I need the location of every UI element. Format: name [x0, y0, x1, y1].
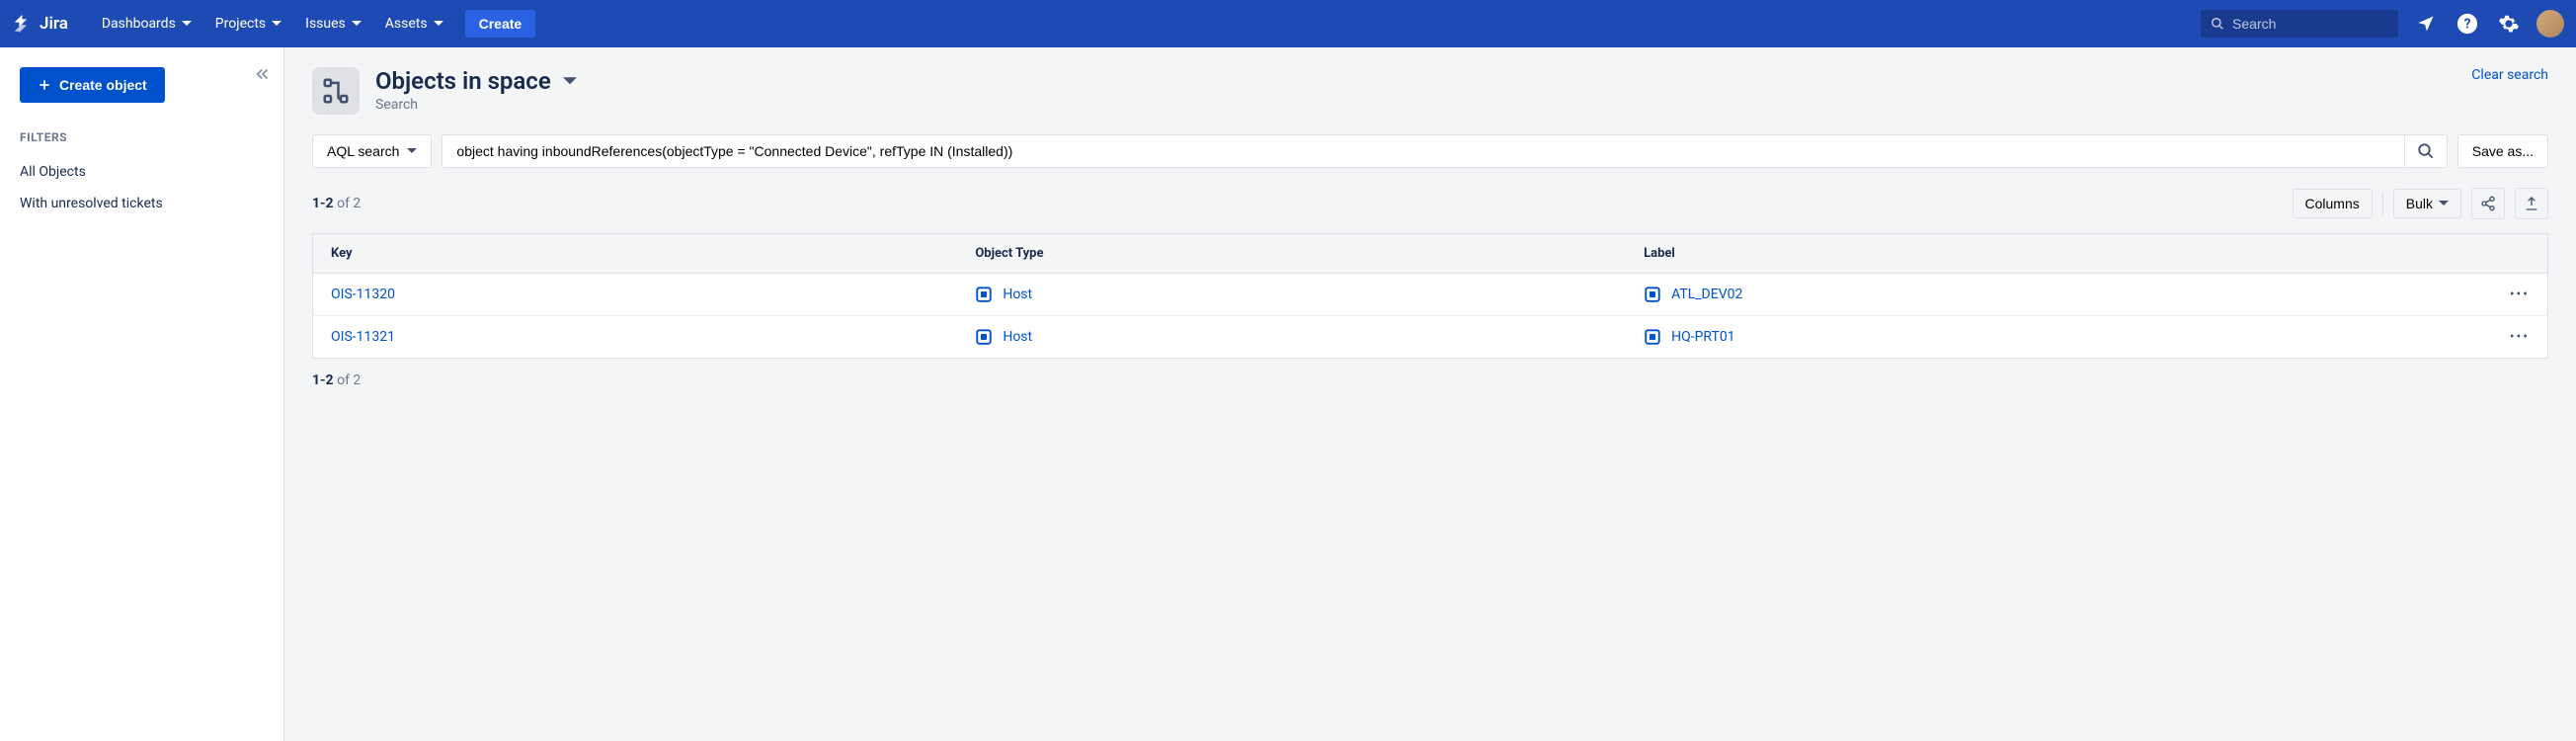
search-icon [2211, 16, 2224, 32]
chevron-down-icon [352, 21, 362, 27]
object-type-icon [975, 328, 993, 346]
user-avatar[interactable] [2536, 10, 2564, 38]
filters-heading: FILTERS [20, 130, 264, 144]
create-object-button[interactable]: Create object [20, 67, 165, 103]
top-nav: Jira Dashboards Projects Issues Assets C… [0, 0, 2576, 47]
nav-items: Dashboards Projects Issues Assets Create [92, 10, 535, 38]
nav-dashboards[interactable]: Dashboards [92, 10, 201, 38]
object-type-link[interactable]: Host [1003, 287, 1032, 302]
jira-logo[interactable]: Jira [12, 13, 68, 35]
brand-name: Jira [40, 14, 68, 34]
create-button[interactable]: Create [465, 10, 536, 38]
object-type-icon [1644, 286, 1661, 303]
schema-icon [312, 67, 360, 115]
chevron-down-icon [563, 77, 577, 86]
filter-all-objects[interactable]: All Objects [20, 156, 264, 188]
settings-icon[interactable] [2495, 10, 2523, 38]
page-subtitle: Search [375, 97, 2471, 113]
global-search-input[interactable] [2232, 16, 2388, 32]
columns-button[interactable]: Columns [2293, 189, 2373, 218]
save-as-button[interactable]: Save as... [2457, 134, 2548, 168]
share-button[interactable] [2471, 188, 2505, 219]
aql-query-input[interactable] [442, 134, 2403, 168]
object-type-icon [975, 286, 993, 303]
col-key[interactable]: Key [313, 234, 958, 274]
table-row: OIS-11321 Host HQ-PRT01 ••• [313, 316, 2548, 359]
chevron-down-icon [407, 148, 417, 154]
notifications-icon[interactable] [2412, 10, 2440, 38]
share-icon [2480, 196, 2496, 211]
page-header: Objects in space Search Clear search [312, 67, 2548, 115]
search-icon [2417, 142, 2435, 160]
results-table: Key Object Type Label OIS-11320 Host ATL_D… [312, 233, 2548, 359]
object-key-link[interactable]: OIS-11320 [331, 287, 395, 302]
object-type-link[interactable]: Host [1003, 329, 1032, 345]
object-type-icon [1644, 328, 1661, 346]
jira-icon [12, 13, 34, 35]
chevron-down-icon [2439, 201, 2449, 206]
chevron-down-icon [434, 21, 443, 27]
collapse-sidebar-icon[interactable] [254, 65, 272, 83]
aql-search-dropdown[interactable]: AQL search [312, 134, 432, 168]
chevron-down-icon [182, 21, 192, 27]
object-key-link[interactable]: OIS-11321 [331, 329, 395, 345]
table-row: OIS-11320 Host ATL_DEV02 ••• [313, 274, 2548, 316]
nav-assets[interactable]: Assets [375, 10, 453, 38]
object-label-link[interactable]: HQ-PRT01 [1671, 329, 1735, 345]
page-title[interactable]: Objects in space [375, 67, 2471, 95]
search-row: AQL search Save as... [312, 134, 2548, 168]
row-actions-menu[interactable]: ••• [2492, 274, 2548, 316]
chevron-down-icon [272, 21, 282, 27]
results-count-bottom: 1-2 of 2 [312, 372, 2548, 388]
upload-icon [2524, 196, 2539, 211]
global-search[interactable] [2201, 10, 2398, 38]
results-bar: 1-2 of 2 Columns Bulk [312, 188, 2548, 219]
filter-unresolved[interactable]: With unresolved tickets [20, 188, 264, 219]
row-actions-menu[interactable]: ••• [2492, 316, 2548, 359]
col-type[interactable]: Object Type [957, 234, 1626, 274]
bulk-button[interactable]: Bulk [2393, 189, 2461, 218]
export-button[interactable] [2515, 188, 2548, 219]
divider [2382, 192, 2383, 215]
plus-icon [38, 78, 51, 92]
col-label[interactable]: Label [1626, 234, 2492, 274]
object-label-link[interactable]: ATL_DEV02 [1671, 287, 1742, 302]
help-icon[interactable]: ? [2454, 10, 2481, 38]
topnav-right: ? [2201, 10, 2564, 38]
nav-issues[interactable]: Issues [295, 10, 371, 38]
svg-text:?: ? [2464, 17, 2471, 33]
run-search-button[interactable] [2404, 134, 2448, 168]
main-content: Objects in space Search Clear search AQL… [284, 47, 2576, 741]
nav-projects[interactable]: Projects [205, 10, 291, 38]
sidebar: Create object FILTERS All Objects With u… [0, 47, 284, 741]
results-count-top: 1-2 of 2 [312, 196, 361, 211]
clear-search-link[interactable]: Clear search [2471, 67, 2548, 83]
